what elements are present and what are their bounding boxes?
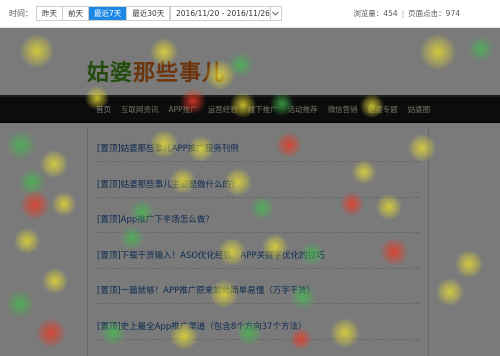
nav-item-topics[interactable]: 姑婆专题	[363, 97, 403, 122]
divider	[97, 339, 419, 340]
logo-text-2: 那些事儿	[133, 61, 226, 86]
heat-spot	[42, 268, 68, 294]
article-link[interactable]: [置顶]姑婆那些事儿APP推广服务刊例	[97, 142, 239, 154]
logo-text-1: 姑婆	[87, 61, 134, 86]
heat-spot	[36, 318, 66, 348]
divider	[97, 161, 419, 162]
nav-item-app-promo[interactable]: APP推广	[164, 97, 203, 122]
range-last30-button[interactable]: 最近30天	[127, 7, 170, 20]
heat-spot	[6, 290, 34, 318]
time-range-group: 昨天 前天 最近7天 最近30天	[36, 6, 171, 21]
nav-item-internet-news[interactable]: 互联网资讯	[116, 97, 164, 122]
article-link[interactable]: [置顶]史上最全App推广渠道（包含8个方向37个方法）	[97, 320, 306, 332]
heat-spot	[20, 190, 50, 220]
article-link[interactable]: [置顶]App推广下半场怎么做？	[97, 213, 214, 225]
divider	[97, 197, 419, 198]
stats-separator: |	[401, 9, 405, 18]
time-label: 时间：	[9, 9, 33, 18]
date-range-picker[interactable]: 2016/11/20 - 2016/11/26	[170, 6, 282, 21]
range-last7-button[interactable]: 最近7天	[89, 7, 128, 20]
divider	[97, 232, 419, 233]
heatmap-page-preview: 姑婆那些事儿 首页 互联网资讯 APP推广 运营经验 线下推广 活动推荐 微信营…	[0, 28, 500, 356]
heat-spot	[436, 278, 464, 306]
range-yesterday-button[interactable]: 昨天	[37, 7, 63, 20]
divider	[97, 303, 419, 304]
site-logo[interactable]: 姑婆那些事儿	[87, 55, 225, 87]
nav-item-offline[interactable]: 线下推广	[243, 97, 283, 122]
nav-item-wechat[interactable]: 微信营销	[323, 97, 363, 122]
click-count: 页面点击：974	[408, 9, 460, 18]
site-navbar: 首页 互联网资讯 APP推广 运营经验 线下推广 活动推荐 微信营销 姑婆专题 …	[0, 95, 500, 123]
nav-item-events[interactable]: 活动推荐	[283, 97, 323, 122]
page-stats: 浏览量：454 | 页面点击：974	[353, 8, 460, 19]
heat-spot	[420, 34, 456, 70]
divider	[97, 268, 419, 269]
range-day-before-button[interactable]: 前天	[63, 7, 89, 20]
article-link[interactable]: [置顶]下载干货输入！ASO优化经验：APP关键字优化的技巧	[97, 249, 325, 261]
analytics-toolbar: 时间： 昨天 前天 最近7天 最近30天 2016/11/20 - 2016/1…	[0, 0, 500, 28]
chevron-down-icon[interactable]	[269, 7, 281, 20]
heat-spot	[40, 150, 68, 178]
nav-item-home[interactable]: 首页	[91, 97, 116, 122]
article-list: [置顶]姑婆那些事儿APP推广服务刊例 [置顶]姑婆那些事儿主要是做什么的？ […	[87, 128, 429, 356]
heat-spot	[228, 52, 254, 78]
article-link[interactable]: [置顶]姑婆那些事儿主要是做什么的？	[97, 178, 240, 190]
nav-item-operations[interactable]: 运营经验	[203, 97, 243, 122]
pageview-count: 浏览量：454	[353, 9, 398, 18]
heat-spot	[18, 168, 46, 196]
heat-spot	[6, 130, 36, 160]
heat-spot	[455, 250, 483, 278]
nav-item-circle[interactable]: 姑婆圈	[403, 97, 436, 122]
heat-spot	[468, 36, 494, 62]
heat-spot	[14, 228, 40, 254]
heat-spot	[52, 192, 76, 216]
heat-spot	[20, 34, 54, 68]
article-link[interactable]: [置顶]一篇就够！APP推广原来如此简单易懂（万字干货）	[97, 284, 315, 296]
date-range-value: 2016/11/20 - 2016/11/26	[176, 9, 270, 18]
